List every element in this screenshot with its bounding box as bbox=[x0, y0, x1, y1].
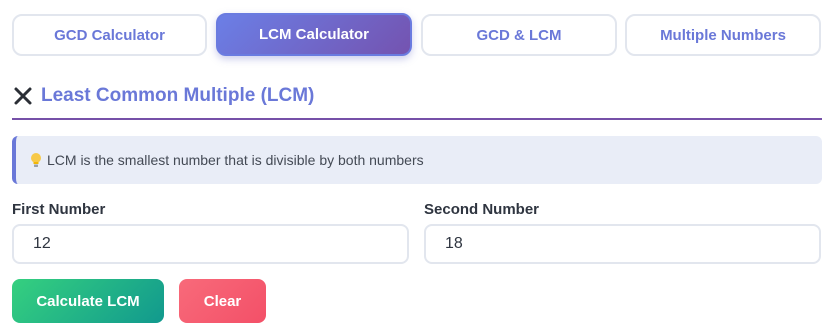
info-box: LCM is the smallest number that is divis… bbox=[12, 136, 822, 184]
first-number-label: First Number bbox=[12, 201, 106, 218]
lightbulb-icon bbox=[30, 152, 42, 168]
section-divider bbox=[12, 118, 822, 120]
calculate-lcm-button[interactable]: Calculate LCM bbox=[12, 279, 164, 323]
tab-gcd-and-lcm[interactable]: GCD & LCM bbox=[421, 14, 617, 56]
section-title: Least Common Multiple (LCM) bbox=[41, 85, 315, 106]
lcm-calculator-page: GCD Calculator LCM Calculator GCD & LCM … bbox=[0, 0, 829, 331]
close-x-icon bbox=[13, 86, 33, 106]
info-text: LCM is the smallest number that is divis… bbox=[47, 152, 424, 168]
second-number-label: Second Number bbox=[424, 201, 540, 218]
tab-lcm-calculator[interactable]: LCM Calculator bbox=[216, 13, 412, 56]
tab-gcd-calculator[interactable]: GCD Calculator bbox=[12, 14, 207, 56]
clear-button[interactable]: Clear bbox=[179, 279, 266, 323]
first-number-input[interactable] bbox=[12, 224, 409, 264]
tab-multiple-numbers[interactable]: Multiple Numbers bbox=[625, 14, 821, 56]
section-heading: Least Common Multiple (LCM) bbox=[13, 82, 314, 110]
second-number-input[interactable] bbox=[424, 224, 821, 264]
